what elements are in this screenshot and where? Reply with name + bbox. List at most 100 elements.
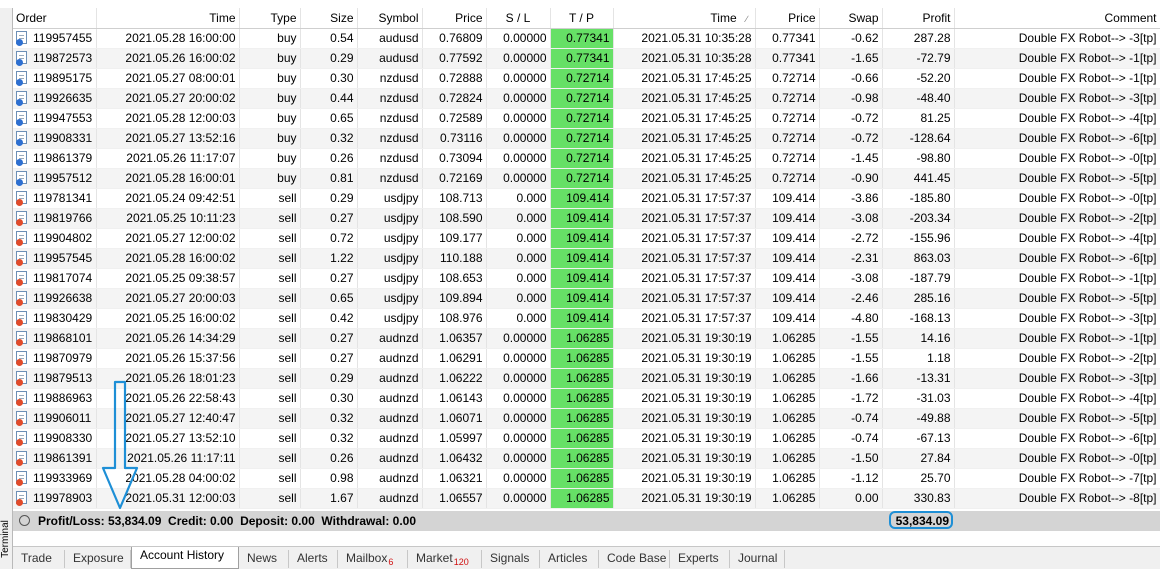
close-price-cell: 1.06285 [755,488,820,509]
col-close-time[interactable]: Time ∕ [613,8,756,29]
col-symbol[interactable]: Symbol [357,8,423,29]
sell-order-icon [16,291,27,306]
sl-cell: 0.000 [486,208,551,229]
open-price-cell: 1.06071 [422,408,487,429]
order-cell: 119879513 [13,368,97,389]
profit-cell: -98.80 [882,148,955,169]
close-time-cell: 2021.05.31 17:57:37 [613,248,756,269]
col-size[interactable]: Size [300,8,358,29]
close-time-cell: 2021.05.31 19:30:19 [613,388,756,409]
tp-cell: 0.72714 [550,128,614,149]
buy-order-icon [16,91,27,106]
table-row[interactable]: 119819766 2021.05.25 10:11:23 sell 0.27 usdj… [13,208,1160,229]
comment-cell: Double FX Robot--> -3[tp] [954,308,1160,329]
symbol-cell: audnzd [357,368,423,389]
table-row[interactable]: 119978903 2021.05.31 12:00:03 sell 1.67 audn… [13,488,1160,509]
symbol-cell: usdjpy [357,208,423,229]
col-open-price[interactable]: Price [422,8,487,29]
symbol-cell: nzdusd [357,168,423,189]
symbol-cell: usdjpy [357,228,423,249]
open-time-cell: 2021.05.25 09:38:57 [96,268,240,289]
col-type[interactable]: Type [239,8,301,29]
close-price-cell: 109.414 [755,248,820,269]
col-open-time[interactable]: Time [96,8,240,29]
type-cell: sell [239,328,301,349]
order-number: 119947553 [33,111,93,125]
table-row[interactable]: 119861391 2021.05.26 11:17:11 sell 0.26 audn… [13,448,1160,469]
type-cell: sell [239,308,301,329]
order-cell: 119957545 [13,248,97,269]
table-row[interactable]: 119879513 2021.05.26 18:01:23 sell 0.29 audn… [13,368,1160,389]
table-row[interactable]: 119861379 2021.05.26 11:17:07 buy 0.26 nzdus… [13,148,1160,169]
table-row[interactable]: 119926638 2021.05.27 20:00:03 sell 0.65 usdj… [13,288,1160,309]
tab-account-history[interactable]: Account History [131,547,239,569]
table-row[interactable]: 119886963 2021.05.26 22:58:43 sell 0.30 audn… [13,388,1160,409]
tab-label: Code Base [607,551,667,565]
col-profit[interactable]: Profit [882,8,955,29]
tab-trade[interactable]: Trade [13,550,65,568]
swap-cell: -0.98 [819,88,883,109]
terminal-sidebar[interactable]: Terminal [0,8,13,569]
tab-experts[interactable]: Experts [670,550,730,568]
history-rows: 119957455 2021.05.28 16:00:00 buy 0.54 audus… [13,28,1160,509]
col-order[interactable]: Order [13,8,97,29]
table-row[interactable]: 119957545 2021.05.28 16:00:02 sell 1.22 usdj… [13,248,1160,269]
tab-code-base[interactable]: Code Base [599,550,670,568]
order-cell: 119908330 [13,428,97,449]
table-row[interactable]: 119957512 2021.05.28 16:00:01 buy 0.81 nzdus… [13,168,1160,189]
sl-cell: 0.000 [486,308,551,329]
table-row[interactable]: 119830429 2021.05.25 16:00:02 sell 0.42 usdj… [13,308,1160,329]
close-time-cell: 2021.05.31 17:45:25 [613,108,756,129]
tp-cell: 109.414 [550,228,614,249]
tp-cell: 1.06285 [550,428,614,449]
tab-mailbox[interactable]: Mailbox6 [338,550,408,568]
table-row[interactable]: 119904802 2021.05.27 12:00:02 sell 0.72 usdj… [13,228,1160,249]
swap-cell: 0.00 [819,488,883,509]
type-cell: sell [239,248,301,269]
table-row[interactable]: 119908331 2021.05.27 13:52:16 buy 0.32 nzdus… [13,128,1160,149]
tab-exposure[interactable]: Exposure [65,550,131,568]
close-time-cell: 2021.05.31 17:57:37 [613,308,756,329]
open-price-cell: 0.72888 [422,68,487,89]
table-row[interactable]: 119926635 2021.05.27 20:00:02 buy 0.44 nzdus… [13,88,1160,109]
buy-order-icon [16,71,27,86]
table-row[interactable]: 119957455 2021.05.28 16:00:00 buy 0.54 audus… [13,28,1160,49]
open-price-cell: 109.177 [422,228,487,249]
tab-journal[interactable]: Journal [730,550,785,568]
order-cell: 119957512 [13,168,97,189]
order-number: 119957512 [33,171,93,185]
symbol-cell: audnzd [357,428,423,449]
table-row[interactable]: 119906011 2021.05.27 12:40:47 sell 0.32 audn… [13,408,1160,429]
table-row[interactable]: 119781341 2021.05.24 09:42:51 sell 0.29 usdj… [13,188,1160,209]
col-tp[interactable]: T / P [550,8,614,29]
table-row[interactable]: 119933969 2021.05.28 04:00:02 sell 0.98 audn… [13,468,1160,489]
tab-market[interactable]: Market120 [408,550,482,568]
open-price-cell: 1.06143 [422,388,487,409]
sell-order-icon [16,411,27,426]
open-time-cell: 2021.05.24 09:42:51 [96,188,240,209]
comment-cell: Double FX Robot--> -5[tp] [954,168,1160,189]
table-row[interactable]: 119895175 2021.05.27 08:00:01 buy 0.30 nzdus… [13,68,1160,89]
col-comment[interactable]: Comment [954,8,1160,29]
col-close-price[interactable]: Price [755,8,820,29]
profit-cell: -72.79 [882,48,955,69]
profit-cell: 285.16 [882,288,955,309]
comment-cell: Double FX Robot--> -6[tp] [954,248,1160,269]
table-row[interactable]: 119870979 2021.05.26 15:37:56 sell 0.27 audn… [13,348,1160,369]
symbol-cell: audnzd [357,408,423,429]
tab-articles[interactable]: Articles [540,550,599,568]
table-row[interactable]: 119908330 2021.05.27 13:52:10 sell 0.32 audn… [13,428,1160,449]
symbol-cell: nzdusd [357,148,423,169]
symbol-cell: usdjpy [357,268,423,289]
table-row[interactable]: 119868101 2021.05.26 14:34:29 sell 0.27 audn… [13,328,1160,349]
table-row[interactable]: 119872573 2021.05.26 16:00:02 buy 0.29 audus… [13,48,1160,69]
table-row[interactable]: 119817074 2021.05.25 09:38:57 sell 0.27 usdj… [13,268,1160,289]
comment-cell: Double FX Robot--> -3[tp] [954,88,1160,109]
col-sl[interactable]: S / L [486,8,551,29]
tab-news[interactable]: News [239,550,289,568]
sell-order-icon [16,271,27,286]
tab-alerts[interactable]: Alerts [289,550,338,568]
col-swap[interactable]: Swap [819,8,883,29]
tab-signals[interactable]: Signals [482,550,540,568]
table-row[interactable]: 119947553 2021.05.28 12:00:03 buy 0.65 nzdus… [13,108,1160,129]
